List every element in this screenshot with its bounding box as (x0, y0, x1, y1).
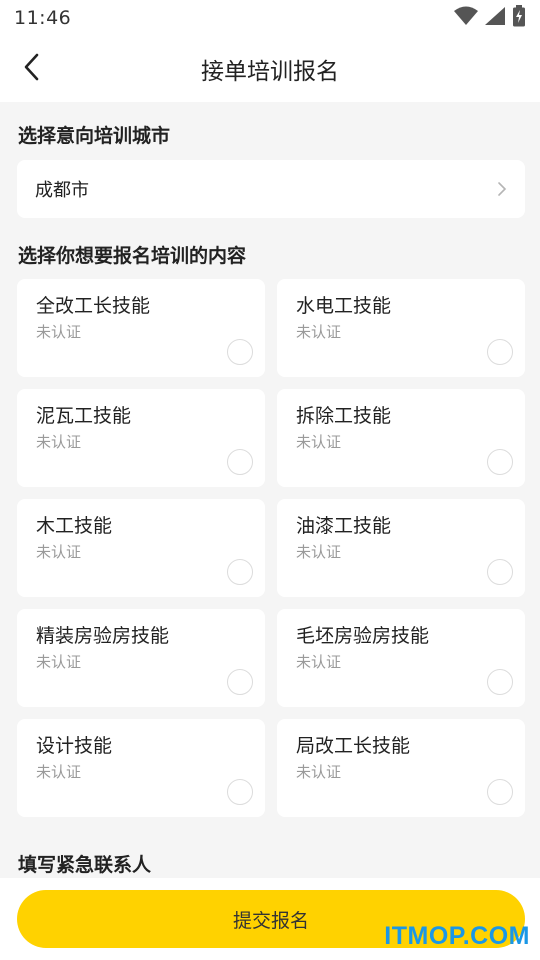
status-icons (454, 5, 526, 31)
skill-radio[interactable] (227, 669, 253, 695)
page: 11:46 接单培训报名 选择意向培训城市 成都市 选择你想要报名培训的内容 全… (0, 0, 540, 960)
skill-status: 未认证 (36, 543, 82, 561)
status-bar: 11:46 (0, 0, 540, 36)
watermark: ITMOP.COM (384, 922, 530, 950)
skill-card[interactable]: 全改工长技能 未认证 (17, 279, 265, 377)
skill-card[interactable]: 设计技能 未认证 (17, 719, 265, 817)
skill-card[interactable]: 毛坯房验房技能 未认证 (277, 609, 525, 707)
wifi-icon (454, 6, 478, 30)
skill-name: 设计技能 (36, 735, 113, 757)
skill-card[interactable]: 水电工技能 未认证 (277, 279, 525, 377)
skill-radio[interactable] (227, 449, 253, 475)
city-value: 成都市 (35, 180, 89, 201)
skill-name: 水电工技能 (296, 295, 392, 317)
skill-radio[interactable] (487, 339, 513, 365)
skill-name: 局改工长技能 (296, 735, 411, 757)
skill-status: 未认证 (296, 763, 342, 781)
back-button[interactable] (12, 49, 52, 89)
skill-status: 未认证 (296, 653, 342, 671)
skill-status: 未认证 (36, 653, 82, 671)
skill-radio[interactable] (487, 669, 513, 695)
skill-card[interactable]: 局改工长技能 未认证 (277, 719, 525, 817)
skill-status: 未认证 (36, 433, 82, 451)
skill-radio[interactable] (227, 339, 253, 365)
skill-status: 未认证 (36, 323, 82, 341)
skill-status: 未认证 (296, 543, 342, 561)
skill-name: 精装房验房技能 (36, 625, 170, 647)
battery-charging-icon (512, 5, 526, 31)
skill-name: 木工技能 (36, 515, 113, 537)
page-title: 接单培训报名 (201, 59, 339, 85)
skill-radio[interactable] (487, 779, 513, 805)
city-selector[interactable]: 成都市 (17, 160, 525, 218)
skill-radio[interactable] (487, 559, 513, 585)
skill-grid: 全改工长技能 未认证 水电工技能 未认证 泥瓦工技能 未认证 拆除工技能 未认证… (17, 279, 525, 817)
skill-card[interactable]: 拆除工技能 未认证 (277, 389, 525, 487)
chevron-left-icon (22, 52, 42, 86)
skill-radio[interactable] (487, 449, 513, 475)
contact-section-title: 填写紧急联系人 (18, 854, 152, 876)
signal-icon (484, 6, 506, 30)
nav-bar: 接单培训报名 (0, 36, 540, 102)
skill-status: 未认证 (36, 763, 82, 781)
skill-name: 毛坯房验房技能 (296, 625, 430, 647)
chevron-right-icon (497, 181, 507, 197)
city-section-title: 选择意向培训城市 (18, 125, 171, 147)
skill-radio[interactable] (227, 779, 253, 805)
skill-status: 未认证 (296, 323, 342, 341)
skill-card[interactable]: 泥瓦工技能 未认证 (17, 389, 265, 487)
skill-radio[interactable] (227, 559, 253, 585)
skill-card[interactable]: 木工技能 未认证 (17, 499, 265, 597)
skill-name: 泥瓦工技能 (36, 405, 132, 427)
skill-status: 未认证 (296, 433, 342, 451)
skills-section-title: 选择你想要报名培训的内容 (18, 245, 247, 267)
skill-name: 拆除工技能 (296, 405, 392, 427)
skill-name: 全改工长技能 (36, 295, 151, 317)
status-time: 11:46 (14, 7, 72, 29)
skill-name: 油漆工技能 (296, 515, 392, 537)
skill-card[interactable]: 精装房验房技能 未认证 (17, 609, 265, 707)
skill-card[interactable]: 油漆工技能 未认证 (277, 499, 525, 597)
